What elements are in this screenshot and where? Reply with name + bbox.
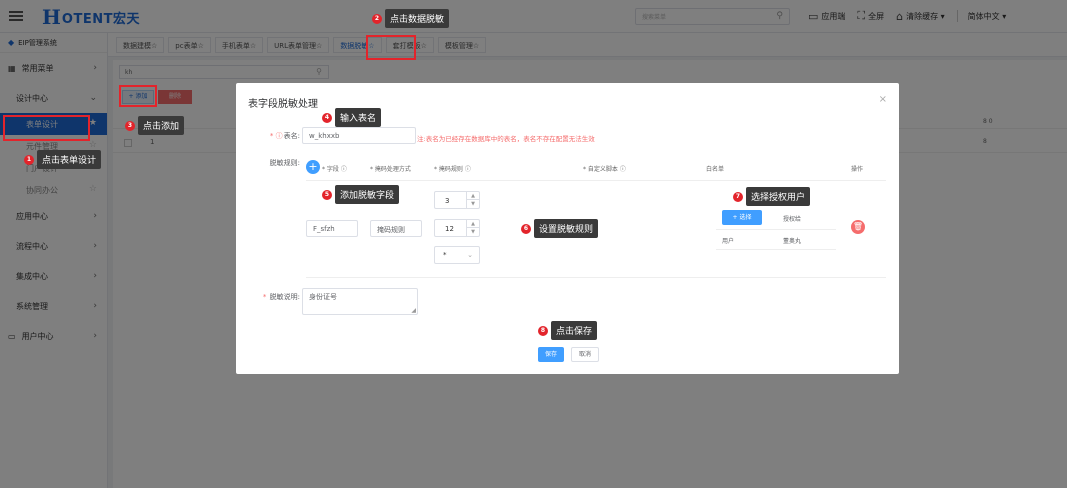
callout-3: 3 点击添加 xyxy=(125,116,185,135)
highlight-box xyxy=(366,35,416,60)
highlight-box xyxy=(119,85,157,107)
divider xyxy=(716,229,836,230)
chevron-up-icon[interactable]: ▲ xyxy=(467,192,479,200)
callout-text: 点击保存 xyxy=(551,321,598,340)
table-name-label-text: 表名: xyxy=(283,132,300,140)
column-rule: * 掩码规则 ⓘ xyxy=(434,166,471,173)
stepper[interactable]: ▲ ▼ xyxy=(466,220,479,236)
save-button[interactable]: 保存 xyxy=(538,347,564,362)
chevron-down-icon[interactable]: ▼ xyxy=(467,200,479,208)
table-name-input[interactable]: w_khxxb xyxy=(302,127,416,144)
column-script: * 自定义脚本 ⓘ xyxy=(583,166,626,173)
callout-2: 2 点击数据脱敏 xyxy=(372,9,450,28)
callout-badge: 3 xyxy=(125,120,135,131)
user-type: 用户 xyxy=(722,238,735,245)
desc-label-text: 脱敏说明: xyxy=(269,293,300,301)
callout-4: 4 输入表名 xyxy=(322,108,382,127)
callout-1: 1 点击表单设计 xyxy=(24,150,102,169)
select-user-button[interactable]: + 选择 xyxy=(722,210,762,225)
chevron-up-icon[interactable]: ▲ xyxy=(467,220,479,228)
column-method: * 掩码处理方式 xyxy=(370,166,411,173)
column-action: 操作 xyxy=(851,166,864,173)
user-name: 董奥丸 xyxy=(783,238,802,245)
divider xyxy=(306,180,886,181)
rule-start-input[interactable]: 3 ▲ ▼ xyxy=(434,191,480,209)
divider xyxy=(306,277,886,278)
callout-badge: 8 xyxy=(538,325,548,336)
column-rule-label: * 掩码规则 xyxy=(434,166,463,173)
callout-text: 点击数据脱敏 xyxy=(385,9,450,28)
rule-start-value: 3 xyxy=(445,197,450,205)
column-field-label: * 字段 xyxy=(322,166,339,173)
callout-8: 8 点击保存 xyxy=(538,321,598,340)
resize-grip-icon[interactable]: ◢ xyxy=(411,307,416,314)
rule-length-input[interactable]: 12 ▲ ▼ xyxy=(434,219,480,237)
callout-text: 输入表名 xyxy=(335,108,382,127)
mask-char-select[interactable]: * ⌄ xyxy=(434,246,480,264)
desc-label: * 脱敏说明: xyxy=(262,293,300,301)
highlight-box xyxy=(3,115,90,141)
method-select[interactable]: 掩码规则 xyxy=(370,220,422,237)
authorize-label: 授权给 xyxy=(783,216,802,223)
table-name-hint: 注:表名为已经存在数据库中的表名，表名不存在配置无法生效 xyxy=(417,135,595,143)
callout-text: 选择授权用户 xyxy=(746,187,811,206)
column-field: * 字段 ⓘ xyxy=(322,166,347,173)
callout-badge: 6 xyxy=(521,223,531,234)
callout-text: 添加脱敏字段 xyxy=(335,185,400,204)
callout-badge: 5 xyxy=(322,189,332,200)
callout-badge: 2 xyxy=(372,13,382,24)
callout-5: 5 添加脱敏字段 xyxy=(322,185,400,204)
callout-badge: 7 xyxy=(733,191,743,202)
column-whitelist: 白名单 xyxy=(706,166,725,173)
callout-text: 点击表单设计 xyxy=(37,150,102,169)
field-input[interactable]: F_sfzh xyxy=(306,220,358,237)
chevron-down-icon[interactable]: ▼ xyxy=(467,228,479,236)
divider xyxy=(716,249,836,250)
delete-row-icon[interactable]: 🗑 xyxy=(851,220,865,234)
mask-char-value: * xyxy=(443,251,447,259)
column-script-label: * 自定义脚本 xyxy=(583,166,618,173)
desc-value: 身份证号 xyxy=(309,293,337,301)
stepper[interactable]: ▲ ▼ xyxy=(466,192,479,208)
desc-textarea[interactable]: 身份证号 ◢ xyxy=(302,288,418,315)
callout-6: 6 设置脱敏规则 xyxy=(521,219,599,238)
cancel-button[interactable]: 取消 xyxy=(571,347,599,362)
add-field-button[interactable]: + xyxy=(306,160,320,174)
close-icon[interactable]: × xyxy=(879,94,887,105)
chevron-down-icon: ⌄ xyxy=(467,251,473,259)
dialog-title: 表字段脱敏处理 xyxy=(248,99,318,110)
callout-text: 点击添加 xyxy=(138,116,185,135)
table-name-label: * ⓘ表名: xyxy=(269,132,300,140)
rule-length-value: 12 xyxy=(445,225,454,233)
callout-badge: 4 xyxy=(322,112,332,123)
callout-text: 设置脱敏规则 xyxy=(534,219,599,238)
rules-label: 脱敏规则: xyxy=(269,159,300,167)
callout-7: 7 选择授权用户 xyxy=(733,187,811,206)
callout-badge: 1 xyxy=(24,154,34,165)
